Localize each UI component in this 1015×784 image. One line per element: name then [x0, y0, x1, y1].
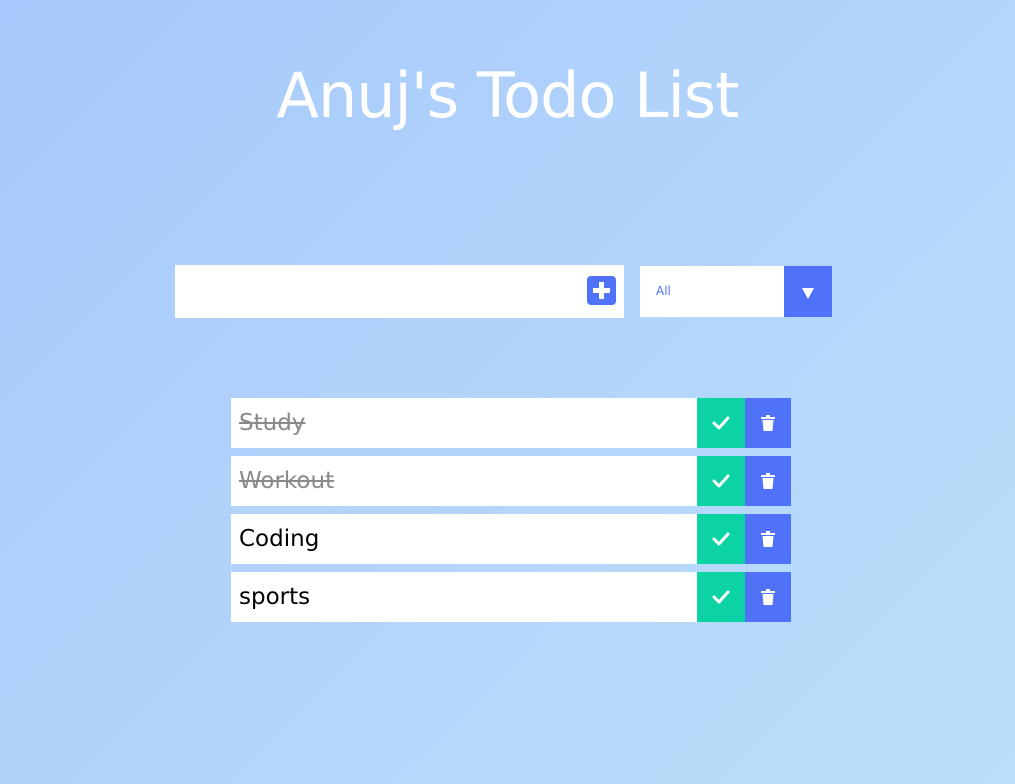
- todo-item-text: Coding: [239, 526, 320, 552]
- trash-icon: [761, 473, 775, 489]
- complete-button[interactable]: [697, 572, 745, 622]
- delete-button[interactable]: [745, 456, 791, 506]
- todo-list: Study Workout Coding sports: [231, 398, 791, 630]
- caret-down-icon: [802, 288, 814, 299]
- check-icon: [712, 532, 730, 546]
- todo-input[interactable]: [175, 265, 575, 318]
- complete-button[interactable]: [697, 456, 745, 506]
- filter-selected-value: All: [656, 284, 671, 298]
- delete-button[interactable]: [745, 514, 791, 564]
- todo-item: Study: [231, 398, 791, 448]
- todo-item-text: Workout: [239, 468, 335, 494]
- filter-select[interactable]: All: [640, 266, 832, 317]
- delete-button[interactable]: [745, 572, 791, 622]
- todo-item: Coding: [231, 514, 791, 564]
- trash-icon: [761, 589, 775, 605]
- complete-button[interactable]: [697, 398, 745, 448]
- trash-icon: [761, 531, 775, 547]
- check-icon: [712, 590, 730, 604]
- todo-item: sports: [231, 572, 791, 622]
- complete-button[interactable]: [697, 514, 745, 564]
- delete-button[interactable]: [745, 398, 791, 448]
- todo-item: Workout: [231, 456, 791, 506]
- filter-dropdown-button[interactable]: [784, 266, 832, 317]
- todo-item-text: Study: [239, 410, 306, 436]
- check-icon: [712, 474, 730, 488]
- trash-icon: [761, 415, 775, 431]
- check-icon: [712, 416, 730, 430]
- plus-icon-vertical: [599, 282, 604, 299]
- todo-input-container: [175, 265, 624, 318]
- page-title: Anuj's Todo List: [276, 59, 740, 132]
- add-todo-button[interactable]: [587, 276, 616, 305]
- todo-item-text: sports: [239, 584, 311, 610]
